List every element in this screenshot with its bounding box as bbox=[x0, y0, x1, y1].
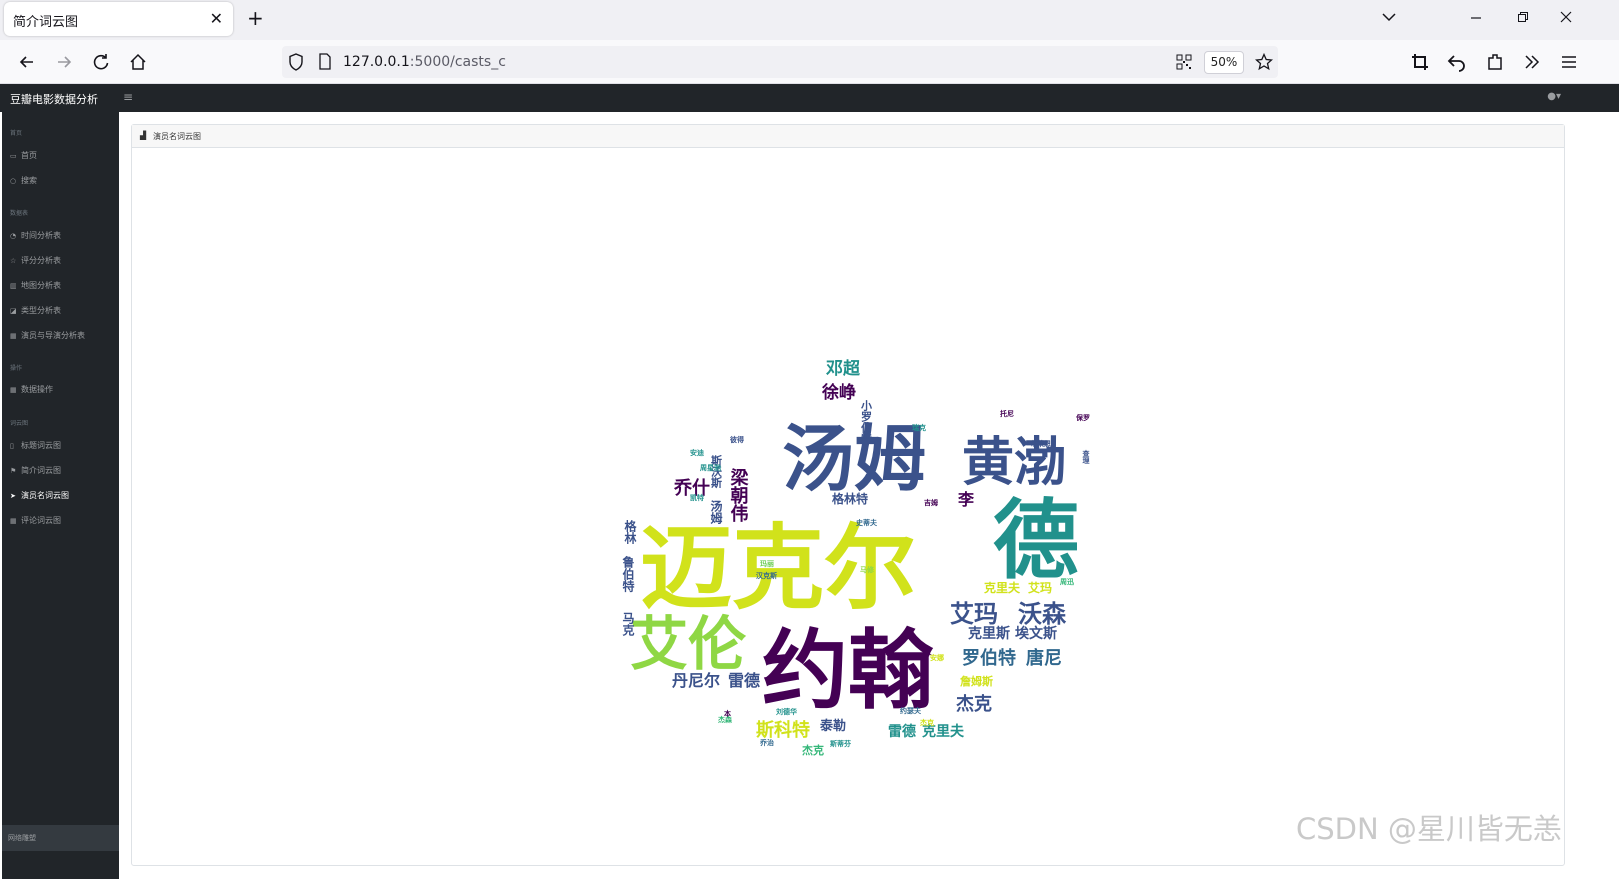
sidebar: 首页 ▭ 首页 ○ 搜索 数据表 ◔ 时间分析表 ☆ 评分分析表 ▥ 地图分析表 ◪ 类型分… bbox=[2, 112, 119, 879]
sidebar-item-actors-directors[interactable]: ▦ 演员与导演分析表 bbox=[10, 330, 85, 341]
sidebar-heading: 操作 bbox=[10, 365, 23, 372]
app-header: 豆瓣电影数据分析 ≡ ●▾ bbox=[0, 84, 1619, 112]
card-header: ▟ 演员名词云图 bbox=[132, 125, 1564, 148]
main-content: ▟ 演员名词云图 bbox=[119, 112, 1619, 879]
sidebar-footer: 网络雕塑 bbox=[2, 825, 119, 851]
sidebar-item-label: 首页 bbox=[21, 151, 37, 160]
clock-icon: ◔ bbox=[10, 232, 17, 240]
sidebar-item-label: 演员名词云图 bbox=[21, 491, 69, 500]
qr-code-icon[interactable] bbox=[1176, 54, 1192, 70]
sidebar-item-map[interactable]: ▥ 地图分析表 bbox=[10, 280, 61, 291]
new-tab-button[interactable]: + bbox=[247, 6, 264, 30]
sidebar-item-summary-cloud[interactable]: ⚑ 简介词云图 bbox=[10, 465, 61, 476]
sidebar-heading: 首页 bbox=[10, 130, 23, 137]
table-icon: ▦ bbox=[10, 386, 17, 394]
browser-tab-bar: 简介词云图 ✕ + bbox=[0, 0, 1619, 40]
sidebar-item-label: 类型分析表 bbox=[21, 306, 61, 315]
table-icon: ▦ bbox=[10, 332, 17, 340]
monitor-icon: ▭ bbox=[10, 152, 17, 160]
zoom-level[interactable]: 50% bbox=[1204, 51, 1244, 74]
sidebar-item-actor-cloud[interactable]: ➤ 演员名词云图 bbox=[10, 490, 69, 501]
close-icon[interactable]: ✕ bbox=[210, 9, 223, 28]
sidebar-item-label: 数据操作 bbox=[21, 385, 53, 394]
search-icon: ○ bbox=[10, 177, 17, 185]
sidebar-item-label: 搜索 bbox=[21, 176, 37, 185]
sidebar-heading: 词云图 bbox=[10, 420, 29, 427]
chart-area-icon: ▟ bbox=[140, 131, 147, 140]
overflow-chevrons-icon[interactable] bbox=[1522, 52, 1542, 72]
star-icon: ☆ bbox=[10, 257, 17, 265]
sidebar-item-title-cloud[interactable]: ▯ 标题词云图 bbox=[10, 440, 61, 451]
home-icon[interactable] bbox=[128, 52, 148, 72]
tab-title: 简介词云图 bbox=[13, 15, 79, 30]
browser-navbar: 127.0.0.1:5000/casts_c 50% bbox=[0, 40, 1619, 84]
back-arrow-icon[interactable] bbox=[17, 52, 37, 72]
sidebar-item-time[interactable]: ◔ 时间分析表 bbox=[10, 230, 61, 241]
minimize-icon[interactable] bbox=[1470, 12, 1482, 24]
wordcloud-card: ▟ 演员名词云图 bbox=[131, 124, 1565, 866]
csdn-watermark: CSDN @星川皆无恙 bbox=[1296, 812, 1562, 846]
sidebar-item-comment-cloud[interactable]: ▦ 评论词云图 bbox=[10, 515, 61, 526]
doc-icon: ▯ bbox=[10, 442, 14, 450]
sidebar-item-label: 时间分析表 bbox=[21, 231, 61, 240]
app-brand[interactable]: 豆瓣电影数据分析 bbox=[10, 91, 98, 107]
extensions-icon[interactable] bbox=[1485, 52, 1505, 72]
url-path: :5000/casts_c bbox=[409, 54, 506, 70]
browser-tab[interactable]: 简介词云图 ✕ bbox=[4, 2, 233, 36]
window-close-icon[interactable] bbox=[1560, 11, 1572, 23]
url-text[interactable]: 127.0.0.1:5000/casts_c bbox=[343, 54, 506, 70]
sidebar-item-data-ops[interactable]: ▦ 数据操作 bbox=[10, 384, 53, 395]
sidebar-item-search[interactable]: ○ 搜索 bbox=[10, 175, 37, 186]
menu-icon[interactable] bbox=[1559, 52, 1579, 72]
crop-icon[interactable] bbox=[1410, 52, 1430, 72]
sidebar-heading: 数据表 bbox=[10, 210, 29, 217]
restore-icon[interactable] bbox=[1517, 11, 1529, 23]
sidebar-item-home[interactable]: ▭ 首页 bbox=[10, 150, 37, 161]
sidebar-footer-text: 网络雕塑 bbox=[8, 834, 36, 842]
card-title: 演员名词云图 bbox=[153, 132, 201, 141]
url-bar[interactable]: 127.0.0.1:5000/casts_c 50% bbox=[282, 46, 1278, 78]
sidebar-toggle-icon[interactable]: ≡ bbox=[123, 90, 133, 104]
user-menu-icon[interactable]: ●▾ bbox=[1547, 91, 1561, 102]
tag-icon: ◪ bbox=[10, 307, 17, 315]
sidebar-item-rating[interactable]: ☆ 评分分析表 bbox=[10, 255, 61, 266]
sidebar-item-type[interactable]: ◪ 类型分析表 bbox=[10, 305, 61, 316]
flag-icon: ⚑ bbox=[10, 467, 17, 475]
chevron-down-icon[interactable] bbox=[1381, 9, 1397, 25]
sidebar-item-label: 演员与导演分析表 bbox=[21, 331, 85, 340]
sidebar-item-label: 标题词云图 bbox=[21, 441, 61, 450]
reload-icon[interactable] bbox=[91, 52, 111, 72]
undo-icon[interactable] bbox=[1447, 52, 1467, 72]
sidebar-item-label: 评论词云图 bbox=[21, 516, 61, 525]
map-icon: ▥ bbox=[10, 282, 17, 290]
sidebar-item-label: 简介词云图 bbox=[21, 466, 61, 475]
page-icon bbox=[319, 53, 331, 70]
sidebar-item-label: 评分分析表 bbox=[21, 256, 61, 265]
url-host: 127.0.0.1 bbox=[343, 54, 410, 70]
shield-icon[interactable] bbox=[288, 53, 304, 71]
star-bookmark-icon[interactable] bbox=[1255, 53, 1273, 71]
send-icon: ➤ bbox=[10, 492, 16, 500]
table-icon: ▦ bbox=[10, 517, 17, 525]
forward-arrow-icon[interactable] bbox=[54, 52, 74, 72]
sidebar-item-label: 地图分析表 bbox=[21, 281, 61, 290]
